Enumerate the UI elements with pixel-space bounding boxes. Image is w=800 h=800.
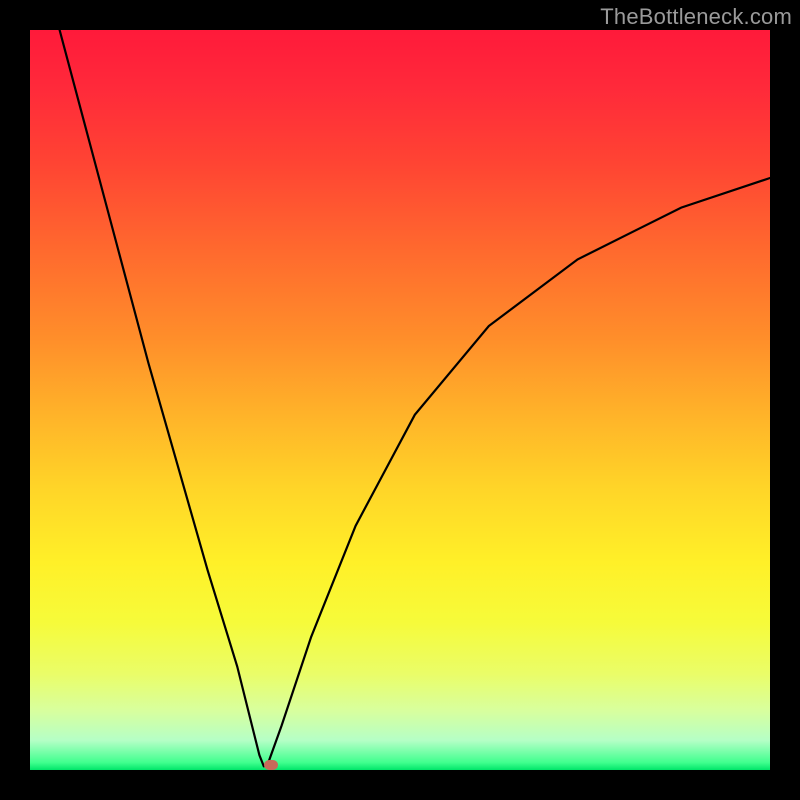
watermark-text: TheBottleneck.com — [600, 4, 792, 30]
curve-left — [60, 30, 264, 766]
plot-area — [30, 30, 770, 770]
bottleneck-marker — [264, 760, 278, 770]
curve-right — [268, 178, 770, 763]
curve-svg — [30, 30, 770, 770]
chart-frame: TheBottleneck.com — [0, 0, 800, 800]
